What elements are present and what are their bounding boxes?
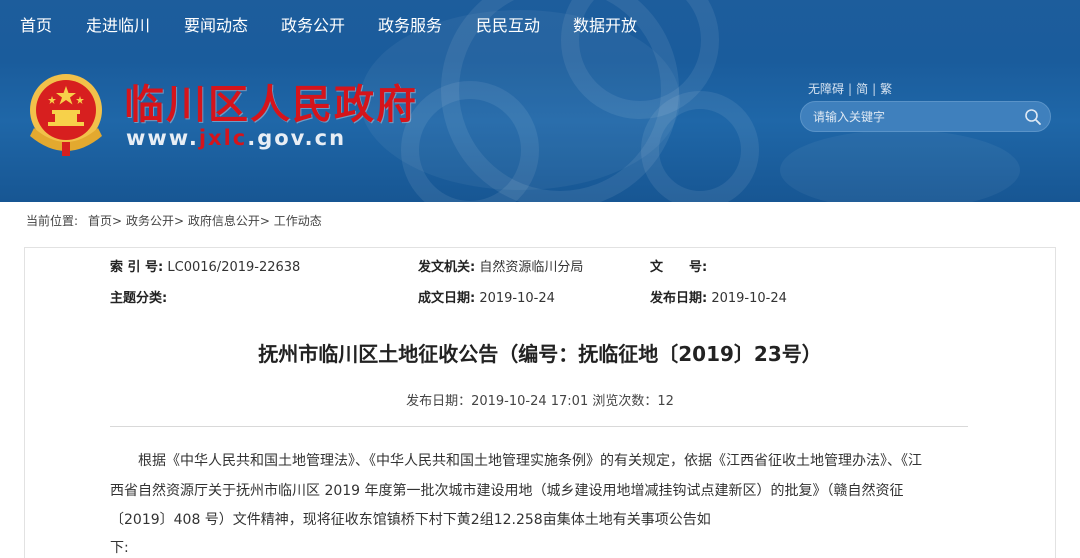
article-paragraph-line: 根据《中华人民共和国土地管理法》、《中华人民共和国土地管理实施条例》的有关规定，… bbox=[138, 453, 922, 469]
nav-item-government-affairs[interactable]: 政务公开 bbox=[281, 12, 345, 36]
traditional-chinese-link[interactable]: 繁 bbox=[880, 82, 892, 96]
search-input[interactable] bbox=[813, 108, 1013, 126]
nav-item-government-services[interactable]: 政务服务 bbox=[378, 12, 442, 36]
breadcrumb-home[interactable]: 首页> bbox=[88, 214, 122, 228]
accessibility-link[interactable]: 无障碍 bbox=[808, 82, 844, 96]
nav-item-public-interaction[interactable]: 民民互动 bbox=[476, 12, 540, 36]
site-url-prefix: www. bbox=[126, 126, 199, 150]
national-emblem-icon[interactable] bbox=[24, 70, 108, 160]
meta-created-label: 成文日期: bbox=[418, 291, 476, 306]
article-paragraph-line: 〔2019〕408 号）文件精神，现将征收东馆镇桥下村下黄2组12.258亩集体… bbox=[110, 512, 711, 528]
meta-index-label: 索 引 号: bbox=[110, 260, 164, 275]
search-box bbox=[800, 101, 1051, 132]
breadcrumb-label: 当前位置: bbox=[26, 214, 79, 228]
meta-published-label: 发布日期: bbox=[650, 291, 708, 306]
article-publish-info: 发布日期：2019-10-24 17:01 浏览次数：12 bbox=[406, 394, 674, 409]
meta-created: 成文日期: 2019-10-24 bbox=[418, 287, 555, 306]
divider bbox=[110, 426, 968, 427]
search-icon[interactable] bbox=[1024, 108, 1042, 126]
meta-published-value: 2019-10-24 bbox=[711, 291, 787, 306]
accessibility-links: 无障碍 | 简 | 繁 bbox=[808, 80, 892, 97]
article-title: 抚州市临川区土地征收公告（编号：抚临征地〔2019〕23号） bbox=[258, 342, 822, 366]
site-url[interactable]: www.jxlc.gov.cn bbox=[126, 126, 346, 150]
nav-item-open-data[interactable]: 数据开放 bbox=[573, 12, 637, 36]
meta-docno-label: 文 号: bbox=[650, 260, 708, 275]
meta-issuer: 发文机关: 自然资源临川分局 bbox=[418, 256, 583, 275]
meta-index: 索 引 号: LC0016/2019-22638 bbox=[110, 256, 300, 275]
nav-item-home[interactable]: 首页 bbox=[20, 12, 52, 36]
simplified-chinese-link[interactable]: 简 bbox=[856, 82, 868, 96]
article-paragraph-line: 下: bbox=[110, 540, 129, 556]
article-paragraph-line: 西省自然资源厅关于抚州市临川区 2019 年度第一批次城市建设用地（城乡建设用地… bbox=[110, 483, 904, 499]
meta-docno: 文 号: bbox=[650, 256, 707, 275]
site-title[interactable]: 临川区人民政府 bbox=[124, 72, 418, 130]
separator: | bbox=[872, 82, 877, 96]
breadcrumb: 当前位置: 首页> 政务公开> 政府信息公开> 工作动态 bbox=[26, 212, 322, 229]
nav-item-news[interactable]: 要闻动态 bbox=[184, 12, 248, 36]
breadcrumb-government-affairs[interactable]: 政务公开> bbox=[126, 214, 184, 228]
meta-index-value: LC0016/2019-22638 bbox=[167, 260, 301, 275]
site-header: 首页 走进临川 要闻动态 政务公开 政务服务 民民互动 数据开放 临川区人民政府… bbox=[0, 0, 1080, 202]
breadcrumb-info-disclosure[interactable]: 政府信息公开> bbox=[188, 214, 270, 228]
meta-topic-label: 主题分类: bbox=[110, 291, 168, 306]
separator: | bbox=[848, 82, 853, 96]
site-url-highlight: jxlc bbox=[198, 126, 248, 150]
meta-issuer-label: 发文机关: bbox=[418, 260, 476, 275]
meta-published: 发布日期: 2019-10-24 bbox=[650, 287, 787, 306]
nav-item-about-linchuan[interactable]: 走进临川 bbox=[86, 12, 150, 36]
meta-topic: 主题分类: bbox=[110, 287, 167, 306]
meta-created-value: 2019-10-24 bbox=[479, 291, 555, 306]
meta-issuer-value: 自然资源临川分局 bbox=[479, 260, 584, 275]
site-url-suffix: .gov.cn bbox=[247, 126, 347, 150]
main-nav: 首页 走进临川 要闻动态 政务公开 政务服务 民民互动 数据开放 bbox=[0, 0, 1080, 46]
breadcrumb-work-updates[interactable]: 工作动态 bbox=[274, 214, 322, 228]
